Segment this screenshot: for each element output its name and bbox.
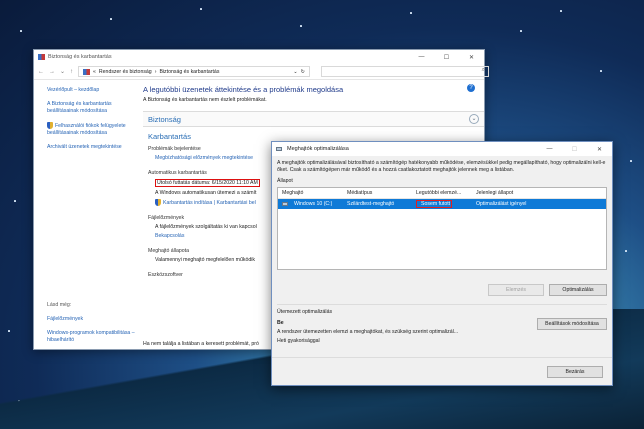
last-run-date: Utolsó futtatás dátuma: 6/15/2020 11:10 … bbox=[155, 179, 260, 187]
title-bar: Biztonság és karbantartás — ☐ ✕ bbox=[34, 50, 484, 64]
table-row[interactable]: Windows 10 (C:) Szilárdtest-meghajtó Sos… bbox=[278, 199, 606, 210]
sidebar-item-change-security-settings[interactable]: A Biztonság és karbantartás beállításain… bbox=[47, 101, 138, 115]
sidebar-item-uac-settings[interactable]: Felhasználói fiókok felügyelete beállítá… bbox=[47, 122, 138, 137]
breadcrumb[interactable]: « Rendszer és biztonság › Biztonság és k… bbox=[78, 66, 311, 77]
list-header: Meghajtó Médiatípus Legutóbbi elemzé... … bbox=[278, 188, 606, 200]
search-input[interactable]: ⌕ bbox=[321, 66, 490, 77]
compatibility-troubleshooter-link[interactable]: Windows-programok kompatibilitása – hiba… bbox=[47, 330, 138, 344]
change-settings-button[interactable]: Beállítások módosítása bbox=[537, 318, 607, 331]
sidebar-item-archived-messages[interactable]: Archivált üzenetek megtekintése bbox=[47, 144, 138, 151]
maintenance-settings-link[interactable]: Karbantartási bel bbox=[217, 200, 256, 206]
up-icon[interactable]: ↑ bbox=[70, 69, 73, 75]
scheduled-description: A rendszer ütemezetten elemzi a meghajtó… bbox=[277, 329, 459, 336]
status-label: Állapot bbox=[277, 178, 293, 185]
drive-icon bbox=[276, 147, 282, 151]
section-label: Biztonság bbox=[148, 114, 181, 124]
sidebar-item-label: Felhasználói fiókok felügyelete beállítá… bbox=[47, 122, 126, 136]
recent-dropdown-icon[interactable]: ⌄ bbox=[60, 68, 65, 75]
see-also-label: Lásd még: bbox=[47, 302, 72, 308]
search-icon: ⌕ bbox=[481, 67, 486, 73]
page-title: A legutóbbi üzenetek áttekintése és a pr… bbox=[143, 85, 344, 94]
last-analyzed: Sosem futott bbox=[416, 200, 453, 209]
close-button[interactable]: ✕ bbox=[587, 146, 612, 153]
footer-text: Ha nem találja a listában a keresett pro… bbox=[143, 341, 259, 347]
flag-icon bbox=[83, 68, 91, 75]
column-last-analyzed[interactable]: Legutóbbi elemzé... bbox=[412, 190, 472, 196]
address-bar: ← → ⌄ ↑ « Rendszer és biztonság › Bizton… bbox=[34, 64, 490, 80]
close-dialog-button[interactable]: Bezárás bbox=[547, 366, 603, 378]
file-history-link[interactable]: Fájlelőzmények bbox=[47, 316, 138, 323]
sidebar: Vezérlőpult – kezdőlap A Biztonság és ka… bbox=[34, 81, 138, 349]
optimize-drives-dialog: Meghajtók optimalizálása — ☐ ✕ A meghajt… bbox=[271, 141, 613, 386]
flag-icon bbox=[38, 54, 45, 60]
optimize-button[interactable]: Optimalizálás bbox=[549, 284, 607, 297]
column-current-status[interactable]: Jelenlegi állapot bbox=[472, 190, 592, 196]
security-section-header[interactable]: Biztonság ⌄ bbox=[143, 111, 484, 127]
shield-icon bbox=[155, 199, 161, 206]
minimize-button[interactable]: — bbox=[409, 54, 434, 61]
maximize-button[interactable]: ☐ bbox=[434, 54, 459, 61]
sidebar-home-link[interactable]: Vezérlőpult – kezdőlap bbox=[47, 87, 138, 94]
maximize-button[interactable]: ☐ bbox=[562, 146, 587, 153]
close-button[interactable]: ✕ bbox=[459, 54, 484, 61]
back-icon[interactable]: ← bbox=[38, 69, 44, 75]
window-title: Biztonság és karbantartás bbox=[48, 54, 112, 60]
page-subtitle: A Biztonság és karbantartás nem észlelt … bbox=[143, 97, 267, 103]
breadcrumb-system-security[interactable]: Rendszer és biztonság bbox=[99, 69, 152, 75]
breadcrumb-prefix: « bbox=[93, 68, 96, 75]
column-drive[interactable]: Meghajtó bbox=[278, 190, 343, 196]
drive-icon bbox=[282, 201, 288, 206]
refresh-icon[interactable]: ↻ bbox=[301, 69, 305, 75]
start-maintenance-link[interactable]: Karbantartás indítása bbox=[163, 200, 212, 206]
shield-icon bbox=[47, 122, 53, 130]
chevron-down-icon[interactable]: ⌄ bbox=[469, 114, 479, 124]
drives-list[interactable]: Meghajtó Médiatípus Legutóbbi elemzé... … bbox=[277, 187, 607, 271]
maintenance-section-header[interactable]: Karbantartás bbox=[143, 132, 484, 141]
chevron-right-icon: › bbox=[154, 68, 157, 75]
media-type: Szilárdtest-meghajtó bbox=[347, 201, 395, 208]
column-media-type[interactable]: Médiatípus bbox=[343, 190, 412, 196]
chevron-down-icon[interactable]: ⌄ bbox=[293, 69, 297, 75]
dialog-footer: Bezárás bbox=[272, 357, 612, 385]
dialog-description: A meghajtók optimalizálásával biztosítha… bbox=[277, 160, 606, 174]
minimize-button[interactable]: — bbox=[537, 146, 562, 153]
current-status: Optimalizálást igényel bbox=[476, 201, 527, 208]
forward-icon[interactable]: → bbox=[49, 69, 55, 75]
analyze-button[interactable]: Elemzés bbox=[488, 284, 544, 297]
dialog-title-bar: Meghajtók optimalizálása — ☐ ✕ bbox=[272, 142, 612, 156]
scheduled-state: Be bbox=[277, 320, 284, 327]
drive-name: Windows 10 (C:) bbox=[294, 201, 333, 208]
breadcrumb-security-maintenance[interactable]: Biztonság és karbantartás bbox=[159, 69, 219, 75]
schedule-frequency: Heti gyakorisággal bbox=[277, 338, 320, 345]
dialog-title: Meghajtók optimalizálása bbox=[287, 146, 349, 152]
